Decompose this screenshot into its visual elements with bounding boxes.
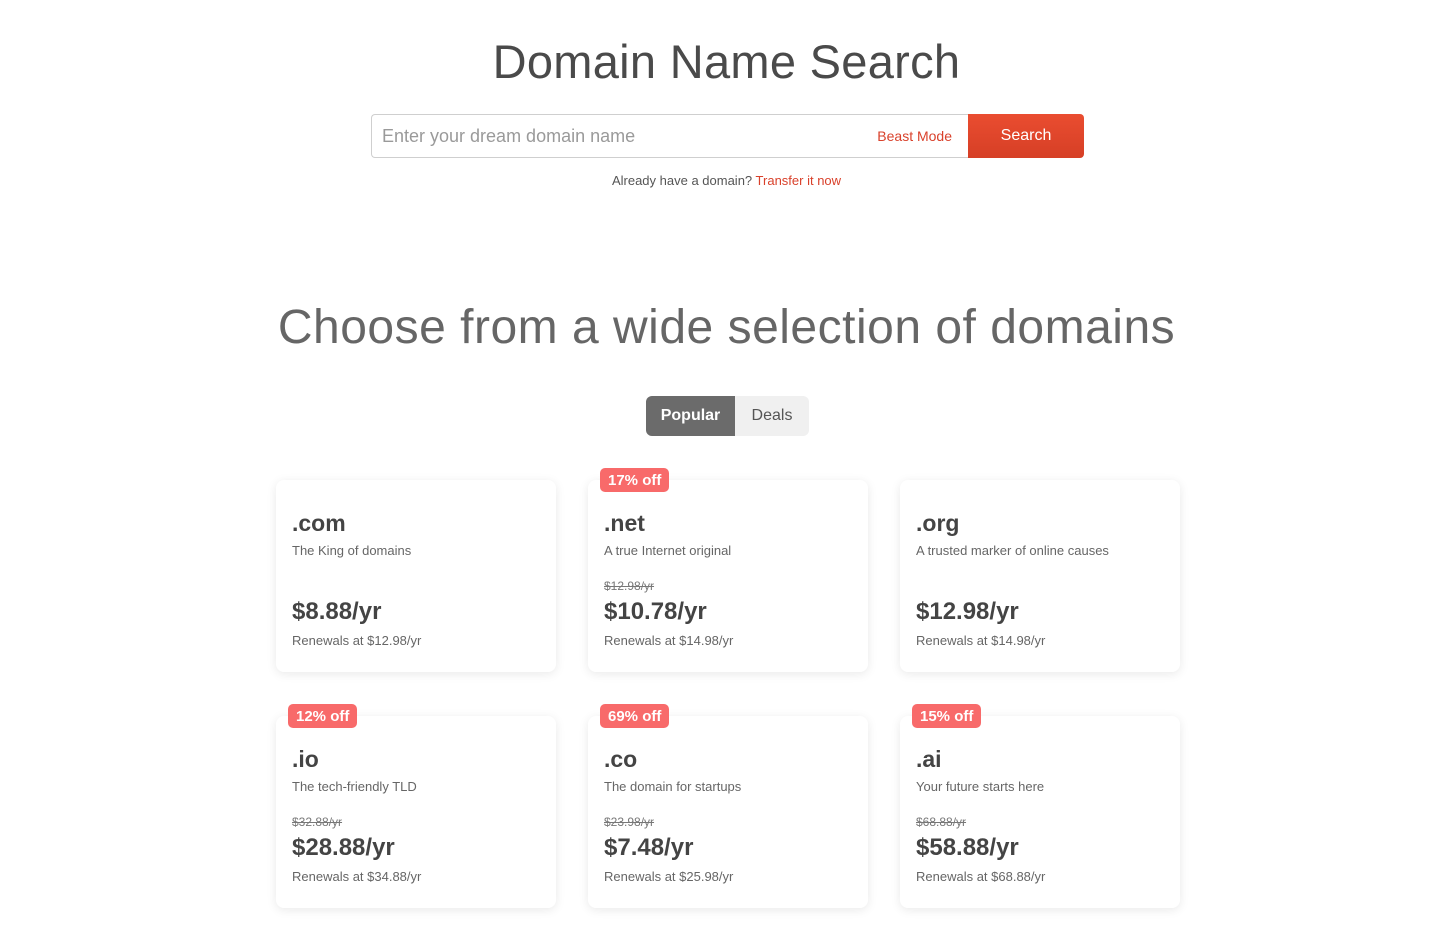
page-title: Domain Name Search	[492, 35, 961, 88]
tld-renewal-price: Renewals at $68.88/yr	[916, 869, 1046, 884]
tld-price: $8.88/yr	[292, 598, 382, 625]
search-button[interactable]: Search	[968, 114, 1084, 158]
domain-card-com[interactable]: .com The King of domains $8.88/yr Renewa…	[276, 480, 556, 672]
beast-mode-link[interactable]: Beast Mode	[877, 128, 952, 144]
tld-tagline: The domain for startups	[604, 779, 742, 794]
tld-tagline: Your future starts here	[916, 779, 1045, 794]
tld-original-price: $23.98/yr	[604, 815, 655, 829]
tab-popular[interactable]: Popular	[646, 396, 735, 436]
discount-badge: 69% off	[600, 704, 670, 728]
tld-tagline: A trusted marker of online causes	[916, 543, 1109, 558]
tld-renewal-price: Renewals at $12.98/yr	[292, 633, 422, 648]
transfer-prompt-text: Already have a domain?	[611, 173, 753, 188]
tld-name: .net	[604, 510, 645, 536]
tld-original-price: $12.98/yr	[604, 579, 655, 593]
tld-renewal-price: Renewals at $34.88/yr	[292, 869, 422, 884]
tld-renewal-price: Renewals at $25.98/yr	[604, 869, 734, 884]
section-title: Choose from a wide selection of domains	[277, 301, 1176, 354]
tld-price: $12.98/yr	[916, 598, 1019, 625]
tld-name: .co	[604, 746, 638, 772]
search-input-wrapper: Beast Mode	[371, 114, 968, 158]
transfer-prompt: Already have a domain? Transfer it now	[0, 173, 1453, 188]
tld-tagline: The tech-friendly TLD	[292, 779, 417, 794]
domain-card-org[interactable]: .org A trusted marker of online causes $…	[900, 480, 1180, 672]
tld-renewal-price: Renewals at $14.98/yr	[604, 633, 734, 648]
tld-price: $58.88/yr	[916, 834, 1019, 861]
domain-card-ai[interactable]: 15% off .ai Your future starts here $68.…	[900, 704, 1180, 908]
tld-original-price: $32.88/yr	[292, 815, 343, 829]
domain-category-tabs: Popular Deals	[646, 396, 809, 436]
domain-card-io[interactable]: 12% off .io The tech-friendly TLD $32.88…	[276, 704, 556, 908]
domain-card-co[interactable]: 69% off .co The domain for startups $23.…	[588, 704, 868, 908]
domain-card-net[interactable]: 17% off .net A true Internet original $1…	[588, 468, 868, 672]
tld-price: $7.48/yr	[604, 834, 694, 861]
tld-name: .org	[916, 510, 960, 536]
tld-tagline: The King of domains	[292, 543, 412, 558]
tld-price: $28.88/yr	[292, 834, 395, 861]
discount-badge: 17% off	[600, 468, 670, 492]
tab-deals[interactable]: Deals	[735, 396, 809, 436]
discount-badge: 12% off	[288, 704, 358, 728]
tld-renewal-price: Renewals at $14.98/yr	[916, 633, 1046, 648]
tld-name: .io	[292, 746, 319, 772]
domain-search-input[interactable]	[372, 115, 878, 157]
discount-badge: 15% off	[912, 704, 982, 728]
tld-name: .ai	[916, 746, 942, 772]
tld-original-price: $68.88/yr	[916, 815, 967, 829]
domain-search-bar: Beast Mode Search	[371, 114, 1084, 158]
tld-price: $10.78/yr	[604, 598, 707, 625]
tld-name: .com	[292, 510, 346, 536]
transfer-link[interactable]: Transfer it now	[756, 173, 842, 188]
tld-tagline: A true Internet original	[604, 543, 732, 558]
